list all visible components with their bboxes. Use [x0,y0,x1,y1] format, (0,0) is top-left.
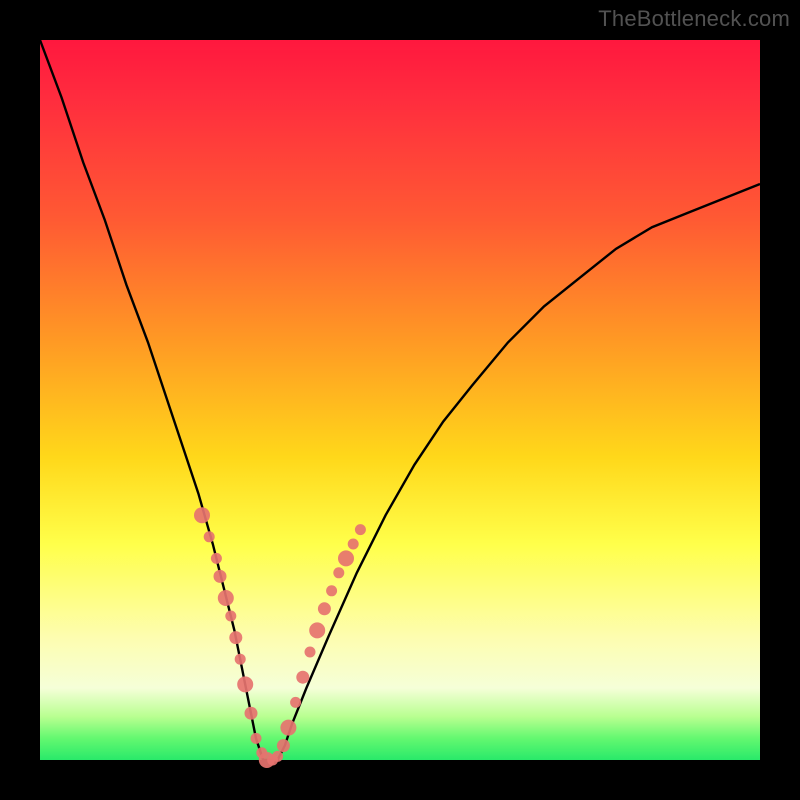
curve-marker [309,622,325,638]
curve-markers [194,507,366,768]
curve-marker [225,611,236,622]
curve-marker [218,590,234,606]
curve-marker [229,631,242,644]
curve-marker [296,671,309,684]
curve-marker [338,550,354,566]
curve-marker [211,553,222,564]
curve-marker [245,707,258,720]
curve-marker [318,602,331,615]
watermark-text: TheBottleneck.com [598,6,790,32]
curve-marker [326,585,337,596]
curve-marker [235,654,246,665]
curve-marker [277,739,290,752]
curve-marker [290,697,301,708]
curve-marker [355,524,366,535]
curve-marker [305,647,316,658]
curve-marker [333,567,344,578]
curve-marker [214,570,227,583]
curve-marker [237,676,253,692]
curve-marker [194,507,210,523]
chart-svg [40,40,760,760]
bottleneck-curve [40,40,760,760]
chart-frame: TheBottleneck.com [0,0,800,800]
curve-marker [348,539,359,550]
curve-marker [251,733,262,744]
curve-marker [204,531,215,542]
plot-area [40,40,760,760]
curve-marker [272,751,283,762]
curve-marker [280,720,296,736]
